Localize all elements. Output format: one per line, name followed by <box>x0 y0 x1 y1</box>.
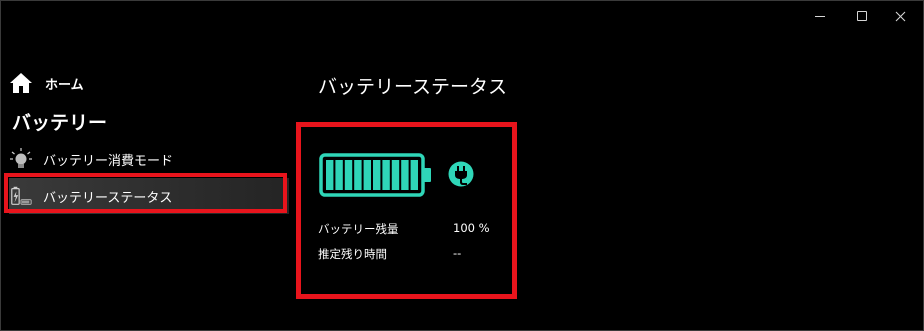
estimated-time-value: -- <box>453 246 462 260</box>
home-label: ホーム <box>45 77 84 93</box>
sidebar-item-label: バッテリーステータス <box>43 190 173 206</box>
home-icon <box>10 73 32 93</box>
app-window: ホーム バッテリー バッテリー消費モード バッテリーステータス バッテリーステー… <box>0 0 924 331</box>
battery-remaining-value: 100 % <box>453 221 490 235</box>
estimated-time-label: 推定残り時間 <box>318 247 387 261</box>
battery-segment <box>326 160 334 190</box>
nav-home[interactable]: ホーム <box>9 69 84 97</box>
estimated-time-row: 推定残り時間 -- <box>318 246 461 262</box>
sidebar-item-battery-status[interactable]: バッテリーステータス <box>9 178 289 214</box>
battery-gauge <box>319 153 433 201</box>
battery-segment <box>410 160 418 190</box>
plug-icon <box>447 160 475 192</box>
close-button[interactable] <box>877 1 923 31</box>
minimize-icon <box>815 15 825 17</box>
battery-charging-icon <box>9 184 33 208</box>
section-title: バッテリー <box>12 112 108 134</box>
status-highlight-frame <box>296 122 517 299</box>
battery-remaining-label: バッテリー残量 <box>318 222 399 236</box>
battery-segment <box>363 160 371 190</box>
maximize-icon <box>857 11 867 21</box>
battery-segment <box>401 160 409 190</box>
sidebar-item-label: バッテリー消費モード <box>43 153 174 169</box>
battery-segment <box>344 160 353 190</box>
minimize-button[interactable] <box>797 1 843 31</box>
lightbulb-icon <box>9 147 33 171</box>
battery-segment <box>335 160 343 190</box>
battery-remaining-row: バッテリー残量 100 % <box>318 221 490 237</box>
close-icon <box>895 11 905 21</box>
battery-segment <box>391 160 400 190</box>
battery-segment <box>354 160 362 190</box>
sidebar-item-battery-mode[interactable]: バッテリー消費モード <box>9 141 289 177</box>
battery-segment <box>373 160 381 190</box>
battery-segment <box>382 160 390 190</box>
page-title: バッテリーステータス <box>318 76 508 98</box>
